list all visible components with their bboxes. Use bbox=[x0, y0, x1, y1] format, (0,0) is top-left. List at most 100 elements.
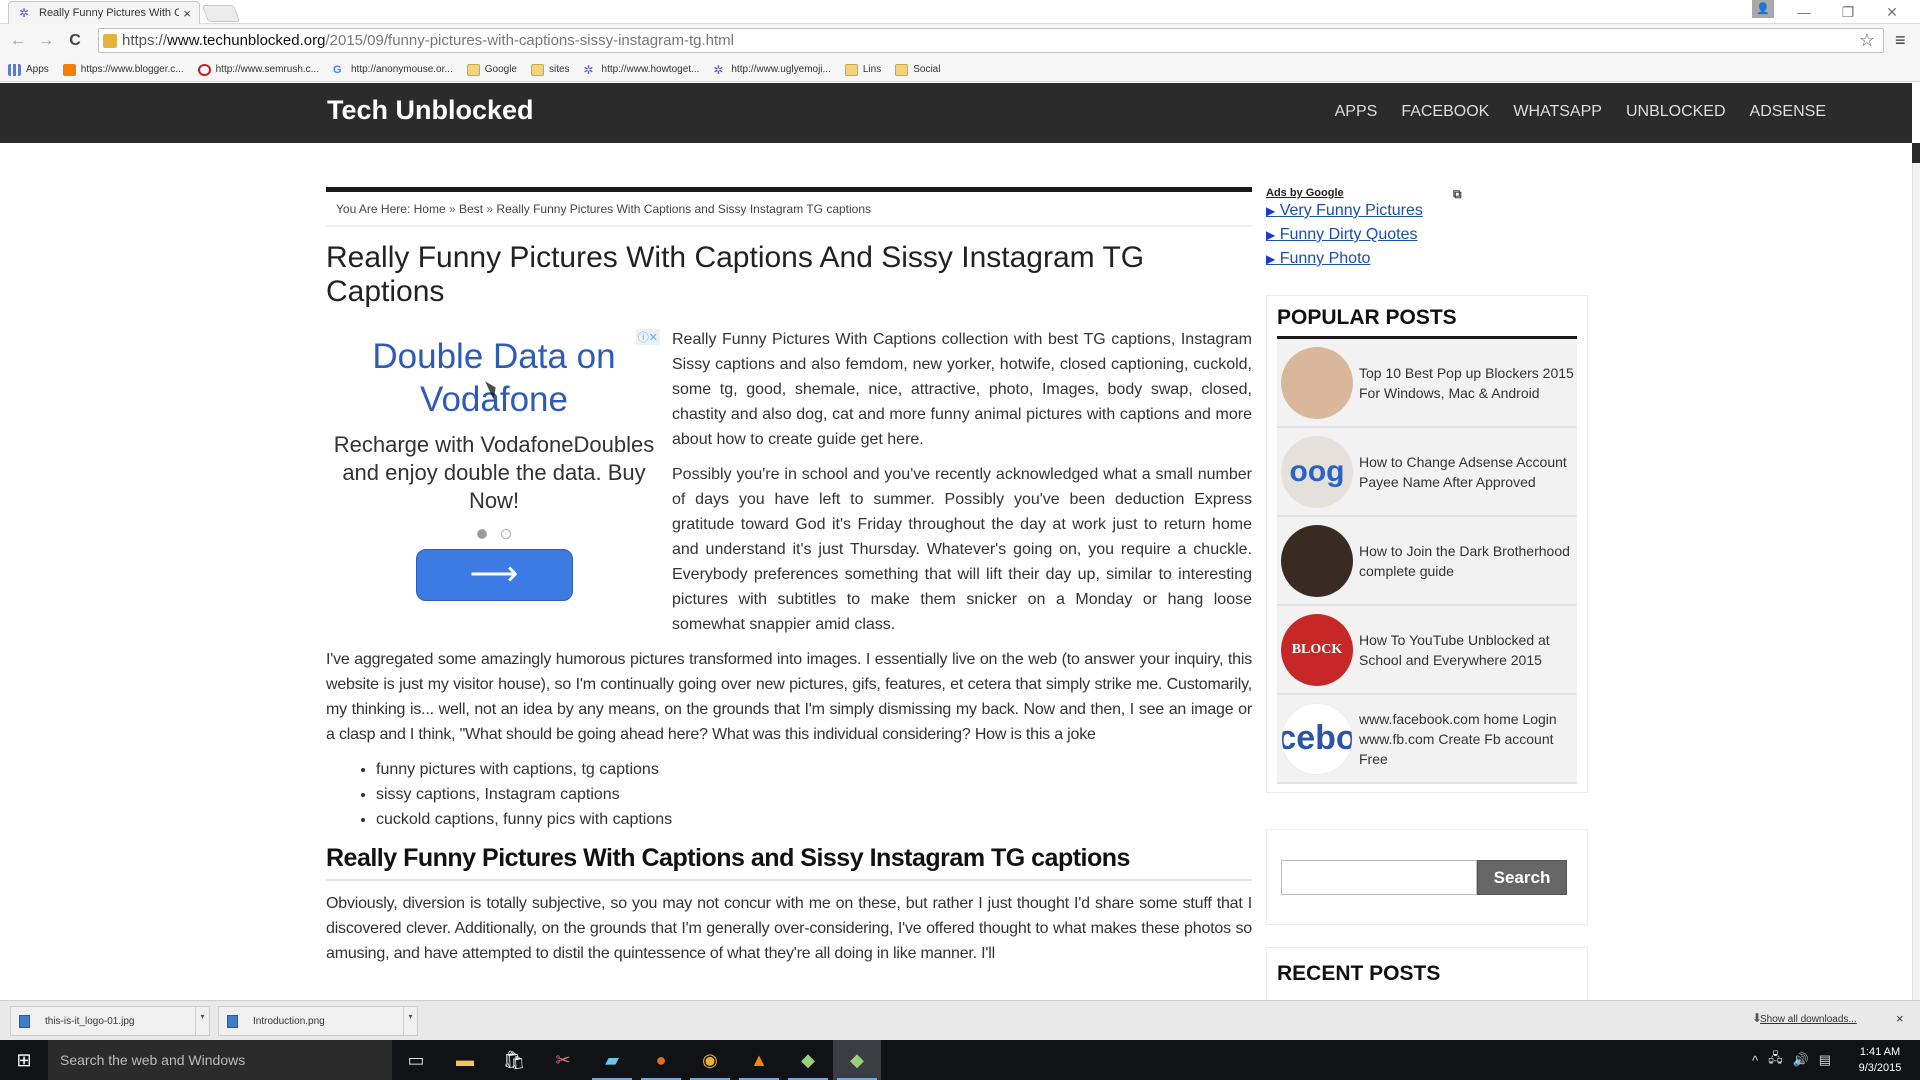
windows-start-icon[interactable]: ⊞ bbox=[0, 1040, 48, 1080]
ad-link[interactable]: ▶ Funny Photo bbox=[1266, 247, 1588, 271]
site-nav: APPS FACEBOOK WHATSAPP UNBLOCKED ADSENSE bbox=[1335, 103, 1826, 121]
popular-post-item[interactable]: How to Join the Dark Brotherhood complet… bbox=[1277, 517, 1577, 606]
network-icon[interactable]: 🖧 bbox=[1768, 1049, 1783, 1071]
search-button[interactable]: Search bbox=[1477, 860, 1567, 895]
clock-date: 9/3/2015 bbox=[1858, 1062, 1902, 1074]
bookmark-label: https://www.blogger.c... bbox=[80, 64, 184, 75]
camtasia-recorder-icon[interactable]: ◆ bbox=[833, 1040, 881, 1080]
taskbar-clock[interactable]: 1:41 AM 9/3/2015 bbox=[1850, 1044, 1910, 1076]
vodafone-ad[interactable]: ⓘ✕ Double Data on Vodafone Recharge with… bbox=[326, 327, 662, 617]
download-filename: this-is-it_logo-01.jpg bbox=[45, 1015, 135, 1027]
notepad-icon[interactable]: ▰ bbox=[588, 1040, 636, 1080]
popular-post-title[interactable]: Top 10 Best Pop up Blockers 2015 For Win… bbox=[1359, 363, 1577, 403]
bookmark-item[interactable]: Social bbox=[895, 63, 940, 76]
popular-post-item[interactable]: cebo www.facebook.com home Login www.fb.c… bbox=[1277, 695, 1577, 784]
chrome-icon[interactable]: ◉ bbox=[686, 1040, 734, 1080]
browser-tab[interactable]: ✲ Really Funny Pictures With C × bbox=[8, 1, 200, 24]
nav-adsense[interactable]: ADSENSE bbox=[1750, 103, 1826, 121]
adchoices-icon[interactable]: ⓘ✕ bbox=[635, 329, 660, 345]
bookmark-item[interactable]: http://www.semrush.c... bbox=[197, 63, 319, 76]
bookmark-item[interactable]: Lins bbox=[844, 63, 881, 76]
bookmark-item[interactable]: Apps bbox=[8, 63, 49, 76]
firefox-icon[interactable]: ● bbox=[637, 1040, 685, 1080]
task-view-icon[interactable]: ▭ bbox=[392, 1040, 440, 1080]
paragraph: Obviously, diversion is totally subjecti… bbox=[326, 895, 1252, 962]
popular-post-title[interactable]: How To YouTube Unblocked at School and E… bbox=[1359, 630, 1577, 670]
carousel-dot-1[interactable] bbox=[477, 529, 487, 539]
minimize-button[interactable]: — bbox=[1782, 0, 1826, 24]
page-scrollbar[interactable] bbox=[1912, 143, 1920, 1040]
adchoices-icon[interactable]: ⧉ bbox=[1453, 187, 1462, 202]
ad-cta-button[interactable]: ⟶ bbox=[415, 549, 573, 601]
bookmark-item[interactable]: https://www.blogger.c... bbox=[62, 63, 184, 76]
carousel-dot-2[interactable] bbox=[501, 529, 511, 539]
ad-link[interactable]: ▶ Funny Dirty Quotes bbox=[1266, 223, 1588, 247]
site-favicon-icon: ✲ bbox=[19, 6, 30, 20]
show-all-downloads-link[interactable]: Show all downloads... bbox=[1760, 1014, 1857, 1025]
tray-chevron-up-icon[interactable]: ^ bbox=[1752, 1053, 1758, 1068]
popular-post-title[interactable]: www.facebook.com home Login www.fb.com C… bbox=[1359, 709, 1577, 769]
bookmark-label: sites bbox=[548, 64, 570, 75]
snipping-tool-icon[interactable]: ✂ bbox=[539, 1040, 587, 1080]
close-window-button[interactable]: ✕ bbox=[1870, 0, 1914, 24]
post-thumbnail[interactable]: BLOCK bbox=[1281, 613, 1353, 686]
download-menu-chevron-icon[interactable]: ▾ bbox=[195, 1007, 209, 1035]
restore-button[interactable]: ❐ bbox=[1826, 0, 1870, 24]
popular-post-item[interactable]: BLOCK How To YouTube Unblocked at School … bbox=[1277, 606, 1577, 695]
post-thumbnail[interactable]: cebo bbox=[1281, 702, 1353, 775]
close-shelf-icon[interactable]: × bbox=[1896, 1011, 1904, 1026]
file-explorer-icon[interactable]: ▬ bbox=[441, 1040, 489, 1080]
profile-icon[interactable]: 👤 bbox=[1752, 0, 1774, 18]
ad-headline[interactable]: Double Data on Vodafone bbox=[326, 335, 662, 421]
action-center-icon[interactable]: ▤ bbox=[1819, 1052, 1831, 1068]
post-thumbnail[interactable]: oog bbox=[1281, 435, 1353, 508]
bookmark-item[interactable]: sites bbox=[530, 63, 570, 76]
address-bar[interactable]: https://www.techunblocked.org/2015/09/fu… bbox=[98, 28, 1884, 53]
nav-whatsapp[interactable]: WHATSAPP bbox=[1513, 103, 1602, 121]
store-icon[interactable]: 🛍 bbox=[490, 1040, 538, 1080]
scrollbar-thumb[interactable] bbox=[1912, 143, 1920, 163]
site-header: Tech Unblocked APPS FACEBOOK WHATSAPP UN… bbox=[0, 83, 1912, 143]
ad-carousel-dots bbox=[326, 529, 662, 539]
camtasia-icon[interactable]: ◆ bbox=[784, 1040, 832, 1080]
breadcrumb-best[interactable]: Best bbox=[459, 202, 483, 216]
site-logo[interactable]: Tech Unblocked bbox=[327, 95, 534, 126]
bookmark-item[interactable]: Ghttp://anonymouse.or... bbox=[333, 64, 453, 76]
nav-facebook[interactable]: FACEBOOK bbox=[1401, 103, 1489, 121]
bookmarks-bar: Apps https://www.blogger.c... http://www.s… bbox=[0, 58, 1920, 82]
download-item[interactable]: Introduction.png ▾ bbox=[218, 1006, 418, 1036]
download-menu-chevron-icon[interactable]: ▾ bbox=[403, 1007, 417, 1035]
forward-arrow-icon[interactable]: → bbox=[36, 31, 56, 51]
bookmark-item[interactable]: ✲ http://www.uglyemoji... bbox=[713, 64, 830, 76]
ad-link[interactable]: ▶ Very Funny Pictures bbox=[1266, 199, 1588, 223]
nav-unblocked[interactable]: UNBLOCKED bbox=[1626, 103, 1726, 121]
list-item: cuckold captions, funny pics with captio… bbox=[376, 807, 1252, 832]
ads-by-google-label[interactable]: Ads by Google ⧉ bbox=[1266, 187, 1588, 202]
nav-apps[interactable]: APPS bbox=[1335, 103, 1378, 121]
taskbar-search[interactable]: Search the web and Windows bbox=[48, 1040, 392, 1080]
tab-close-icon[interactable]: × bbox=[183, 6, 191, 21]
post-thumbnail[interactable] bbox=[1281, 346, 1353, 419]
popular-post-title[interactable]: How to Change Adsense Account Payee Name… bbox=[1359, 452, 1577, 492]
popular-post-title[interactable]: How to Join the Dark Brotherhood complet… bbox=[1359, 541, 1577, 581]
download-item[interactable]: this-is-it_logo-01.jpg ▾ bbox=[10, 1006, 210, 1036]
search-input[interactable] bbox=[1281, 860, 1477, 895]
popular-post-item[interactable]: Top 10 Best Pop up Blockers 2015 For Win… bbox=[1277, 339, 1577, 428]
breadcrumb-separator: » bbox=[486, 202, 494, 216]
chrome-menu-icon[interactable]: ≡ bbox=[1895, 30, 1906, 51]
back-arrow-icon[interactable]: ← bbox=[8, 31, 28, 51]
reload-icon[interactable]: C bbox=[65, 31, 85, 51]
volume-icon[interactable]: 🔊 bbox=[1793, 1052, 1809, 1068]
ad-link-text: Funny Photo bbox=[1279, 250, 1371, 267]
new-tab-button[interactable] bbox=[201, 5, 241, 22]
caption-list: funny pictures with captions, tg caption… bbox=[376, 757, 1252, 832]
popular-post-item[interactable]: oog How to Change Adsense Account Payee N… bbox=[1277, 428, 1577, 517]
bookmark-star-icon[interactable]: ☆ bbox=[1859, 30, 1875, 51]
bookmark-item[interactable]: Google bbox=[466, 63, 517, 76]
post-thumbnail[interactable] bbox=[1281, 524, 1353, 597]
vlc-icon[interactable]: ▲ bbox=[735, 1040, 783, 1080]
bookmark-item[interactable]: ✲ http://www.howtoget... bbox=[584, 64, 700, 76]
play-triangle-icon: ▶ bbox=[1266, 204, 1276, 218]
breadcrumb-prefix: You Are Here: bbox=[336, 202, 411, 216]
breadcrumb-home[interactable]: Home bbox=[414, 202, 446, 216]
